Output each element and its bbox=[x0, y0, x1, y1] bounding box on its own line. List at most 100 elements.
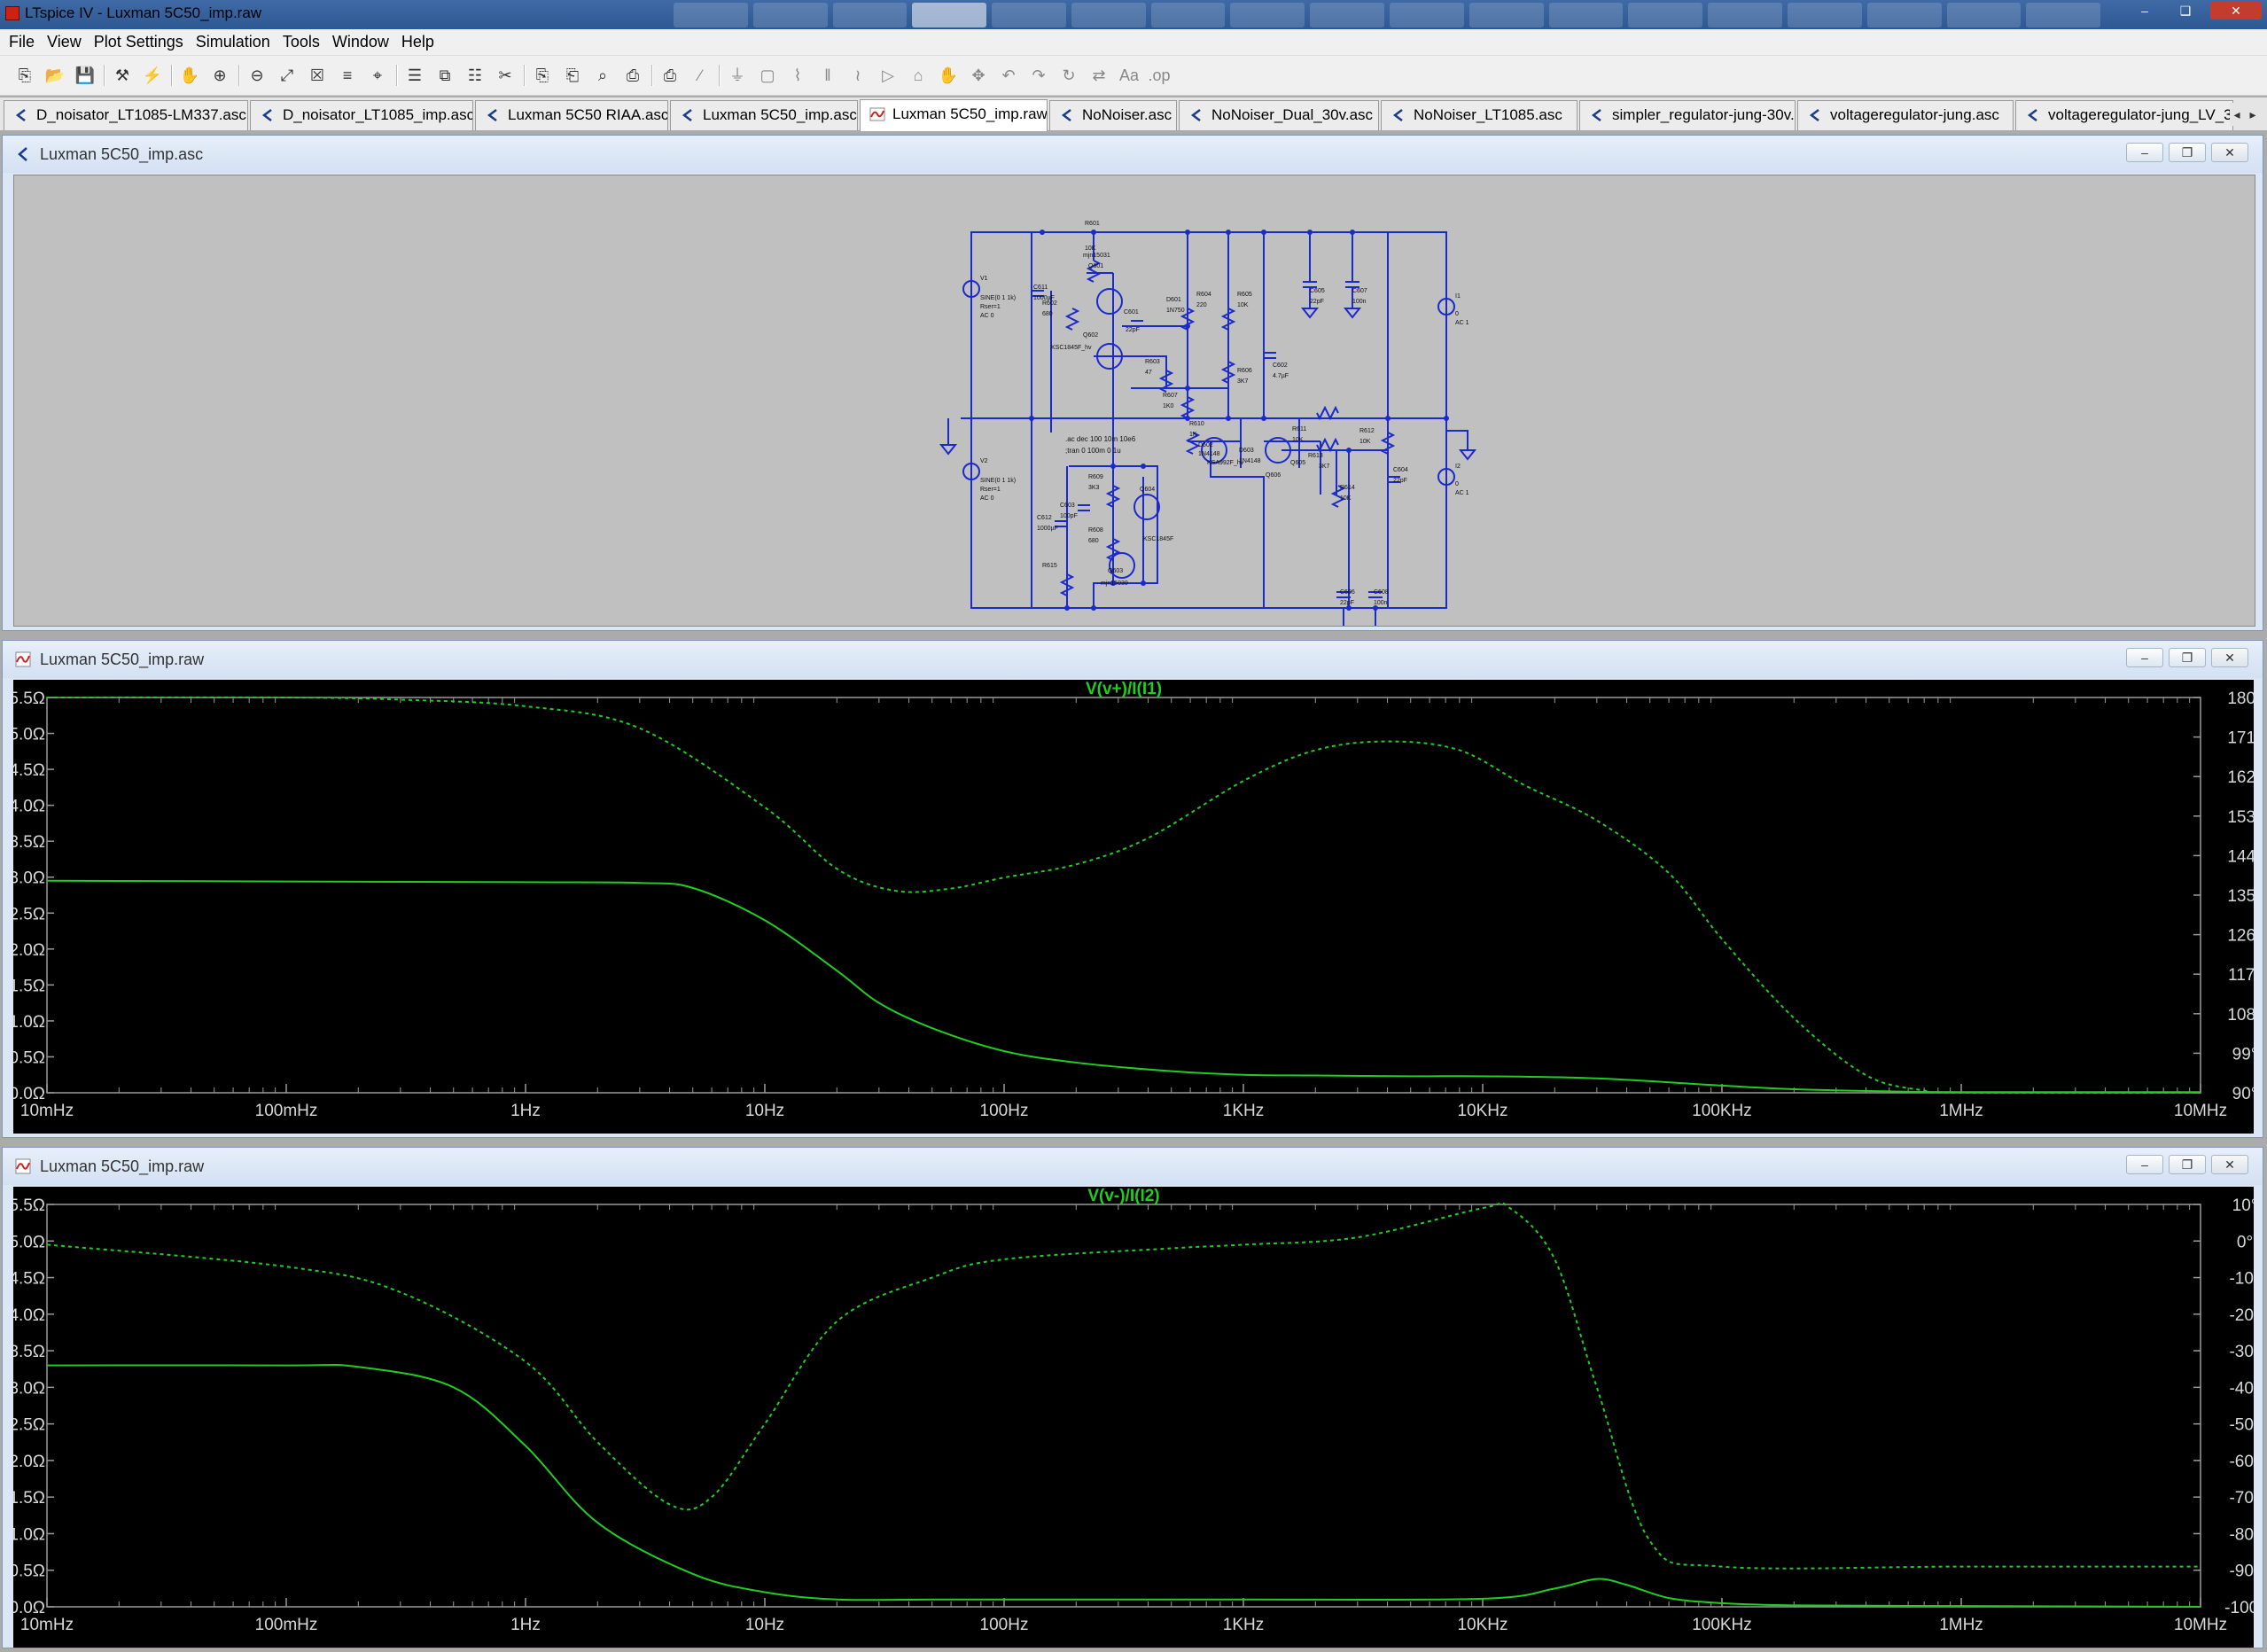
zoom-cancel-icon[interactable]: ☒ bbox=[305, 63, 330, 88]
plot-pane-1[interactable]: 10mHz 100mHz 1Hz 10Hz 100Hz 1KHz 10KHz 100KHz 1M… bbox=[9, 680, 2263, 1134]
find-icon[interactable]: ⌕ bbox=[590, 63, 615, 88]
tab-9[interactable]: simpler_regulator-jung-30v.asc bbox=[1579, 100, 1796, 130]
resistor-icon[interactable]: ⌇ bbox=[785, 63, 810, 88]
undo-icon[interactable]: ↶ bbox=[996, 63, 1021, 88]
inductor-icon[interactable]: ≀ bbox=[845, 63, 870, 88]
wire-icon[interactable]: ∕ bbox=[688, 63, 713, 88]
waveform-2-close-button[interactable]: ✕ bbox=[2211, 1155, 2248, 1174]
source-i1-labels: I1 0 AC 1 bbox=[1455, 293, 1469, 326]
ground-icon[interactable]: ⏚ bbox=[725, 63, 750, 88]
taskbar-strip bbox=[674, 3, 2101, 27]
component-label: 1K bbox=[1189, 432, 1197, 438]
label-icon[interactable]: ▢ bbox=[755, 63, 780, 88]
waveform-1-close-button[interactable]: ✕ bbox=[2211, 648, 2248, 667]
save-icon[interactable]: 💾 bbox=[73, 63, 97, 88]
tab-4[interactable]: Luxman 5C50_imp.asc bbox=[670, 100, 858, 130]
waveform-1-restore-button[interactable]: ❐ bbox=[2169, 648, 2206, 667]
tab-label: Luxman 5C50_imp.raw bbox=[892, 105, 1048, 122]
component-label: R609 bbox=[1088, 474, 1103, 480]
menu-window[interactable]: Window bbox=[332, 33, 389, 51]
x-tick-label: 100KHz bbox=[1692, 1102, 1752, 1120]
component-label: mjn15031 bbox=[1083, 253, 1110, 259]
minimize-button[interactable]: – bbox=[2127, 2, 2162, 19]
waveform-icon bbox=[15, 651, 31, 667]
drag-icon[interactable]: ✥ bbox=[966, 63, 991, 88]
control-panel-icon[interactable]: ⚒ bbox=[110, 63, 135, 88]
tab-10[interactable]: voltageregulator-jung.asc bbox=[1797, 100, 2014, 130]
tile-horizontal-icon[interactable]: ☰ bbox=[402, 63, 427, 88]
y-left-tick-label: 1.0Ω bbox=[13, 1525, 45, 1544]
menu-help[interactable]: Help bbox=[401, 33, 434, 51]
schematic-icon bbox=[1392, 109, 1403, 121]
print-preview-icon[interactable]: ⎙ bbox=[658, 63, 682, 88]
cascade-icon[interactable]: ⧉ bbox=[432, 63, 457, 88]
tab-3[interactable]: Luxman 5C50 RIAA.asc bbox=[475, 100, 668, 130]
x-tick-label: 1KHz bbox=[1223, 1102, 1264, 1120]
schematic-canvas[interactable]: R601 10K mjn15031 Q601 R602 680 C601 22pF D601 1N… bbox=[13, 175, 2255, 682]
x-tick-label: 100Hz bbox=[980, 1616, 1029, 1634]
y-right-tick-label: -80° bbox=[2229, 1525, 2254, 1544]
print-icon[interactable]: ⎙ bbox=[620, 63, 645, 88]
mirror-icon[interactable]: ⇄ bbox=[1087, 63, 1111, 88]
component-label: C601 bbox=[1124, 309, 1139, 316]
svg-text:I1: I1 bbox=[1455, 293, 1461, 300]
tile-vertical-icon[interactable]: ☷ bbox=[463, 63, 487, 88]
zoom-fit-icon[interactable]: ⤢ bbox=[275, 63, 300, 88]
new-schematic-icon[interactable]: ⎘ bbox=[12, 63, 37, 88]
x-tick-label: 1Hz bbox=[510, 1616, 541, 1634]
menu-tools[interactable]: Tools bbox=[283, 33, 320, 51]
tab-6[interactable]: NoNoiser.asc bbox=[1049, 100, 1177, 130]
component-label: 1N4148 bbox=[1198, 451, 1220, 457]
autorange-icon[interactable]: ≡ bbox=[335, 63, 360, 88]
close-button[interactable]: ✕ bbox=[2210, 2, 2262, 19]
schematic-icon bbox=[2027, 109, 2037, 121]
capacitor-icon[interactable]: ‖ bbox=[815, 63, 840, 88]
schematic-restore-button[interactable]: ❐ bbox=[2169, 143, 2206, 162]
component-label: R608 bbox=[1088, 527, 1103, 534]
tab-11[interactable]: voltageregulator-jung_LV_30 bbox=[2015, 100, 2233, 130]
pan-icon[interactable]: ✋ bbox=[177, 63, 202, 88]
waveform-1-minimize-button[interactable]: – bbox=[2126, 648, 2163, 667]
component-label: D602 bbox=[1198, 442, 1213, 448]
component-label: C605 bbox=[1310, 288, 1325, 294]
menu-view[interactable]: View bbox=[47, 33, 82, 51]
schematic-minimize-button[interactable]: – bbox=[2126, 143, 2163, 162]
zoom-in-icon[interactable]: ⊕ bbox=[207, 63, 232, 88]
waveform-2-restore-button[interactable]: ❐ bbox=[2169, 1155, 2206, 1174]
tab-scroll-right-button[interactable]: ▸ bbox=[2246, 103, 2260, 126]
open-icon[interactable]: 📂 bbox=[43, 63, 67, 88]
spice-directive-icon[interactable]: .op bbox=[1147, 63, 1172, 88]
tab-scroll-left-button[interactable]: ◂ bbox=[2230, 103, 2244, 126]
run-icon[interactable]: ⚡ bbox=[140, 63, 165, 88]
component-icon[interactable]: ⌂ bbox=[906, 63, 931, 88]
plot-pane-2[interactable]: 10mHz 100mHz 1Hz 10Hz 100Hz 1KHz 10KHz 100KHz 1M… bbox=[9, 1187, 2265, 1648]
component-label: 22pF bbox=[1393, 478, 1407, 484]
tab-8[interactable]: NoNoiser_LT1085.asc bbox=[1381, 100, 1578, 130]
copy-icon[interactable]: ⎘ bbox=[530, 63, 555, 88]
svg-text:0: 0 bbox=[1455, 311, 1459, 317]
tab-7[interactable]: NoNoiser_Dual_30v.asc bbox=[1179, 100, 1379, 130]
zoom-out-icon[interactable]: ⊖ bbox=[245, 63, 269, 88]
menu-plot-settings[interactable]: Plot Settings bbox=[94, 33, 183, 51]
ltspice-app-icon bbox=[5, 6, 19, 20]
component-label: 10K bbox=[1359, 439, 1371, 445]
text-icon[interactable]: Aa bbox=[1117, 63, 1141, 88]
tab-5[interactable]: Luxman 5C50_imp.raw bbox=[860, 99, 1048, 131]
component-label: 100n bbox=[1352, 299, 1367, 305]
tab-1[interactable]: D_noisator_LT1085-LM337.asc bbox=[4, 100, 248, 130]
menu-file[interactable]: File bbox=[9, 33, 35, 51]
maximize-button[interactable]: ❑ bbox=[2168, 2, 2203, 19]
redo-icon[interactable]: ↷ bbox=[1026, 63, 1051, 88]
diode-icon[interactable]: ▷ bbox=[876, 63, 900, 88]
tab-label: voltageregulator-jung_LV_30 bbox=[2048, 106, 2233, 123]
cut-icon[interactable]: ✂ bbox=[493, 63, 518, 88]
schematic-close-button[interactable]: ✕ bbox=[2211, 143, 2248, 162]
waveform-window-1: Luxman 5C50_imp.raw – ❐ ✕ 10mHz 100mHz 1Hz… bbox=[2, 640, 2263, 1138]
move-icon[interactable]: ✋ bbox=[936, 63, 961, 88]
cursor-icon[interactable]: ⌖ bbox=[365, 63, 390, 88]
menu-simulation[interactable]: Simulation bbox=[196, 33, 270, 51]
rotate-icon[interactable]: ↻ bbox=[1056, 63, 1081, 88]
paste-icon[interactable]: ⎗ bbox=[560, 63, 585, 88]
tab-2[interactable]: D_noisator_LT1085_imp.asc bbox=[250, 100, 473, 130]
waveform-2-minimize-button[interactable]: – bbox=[2126, 1155, 2163, 1174]
